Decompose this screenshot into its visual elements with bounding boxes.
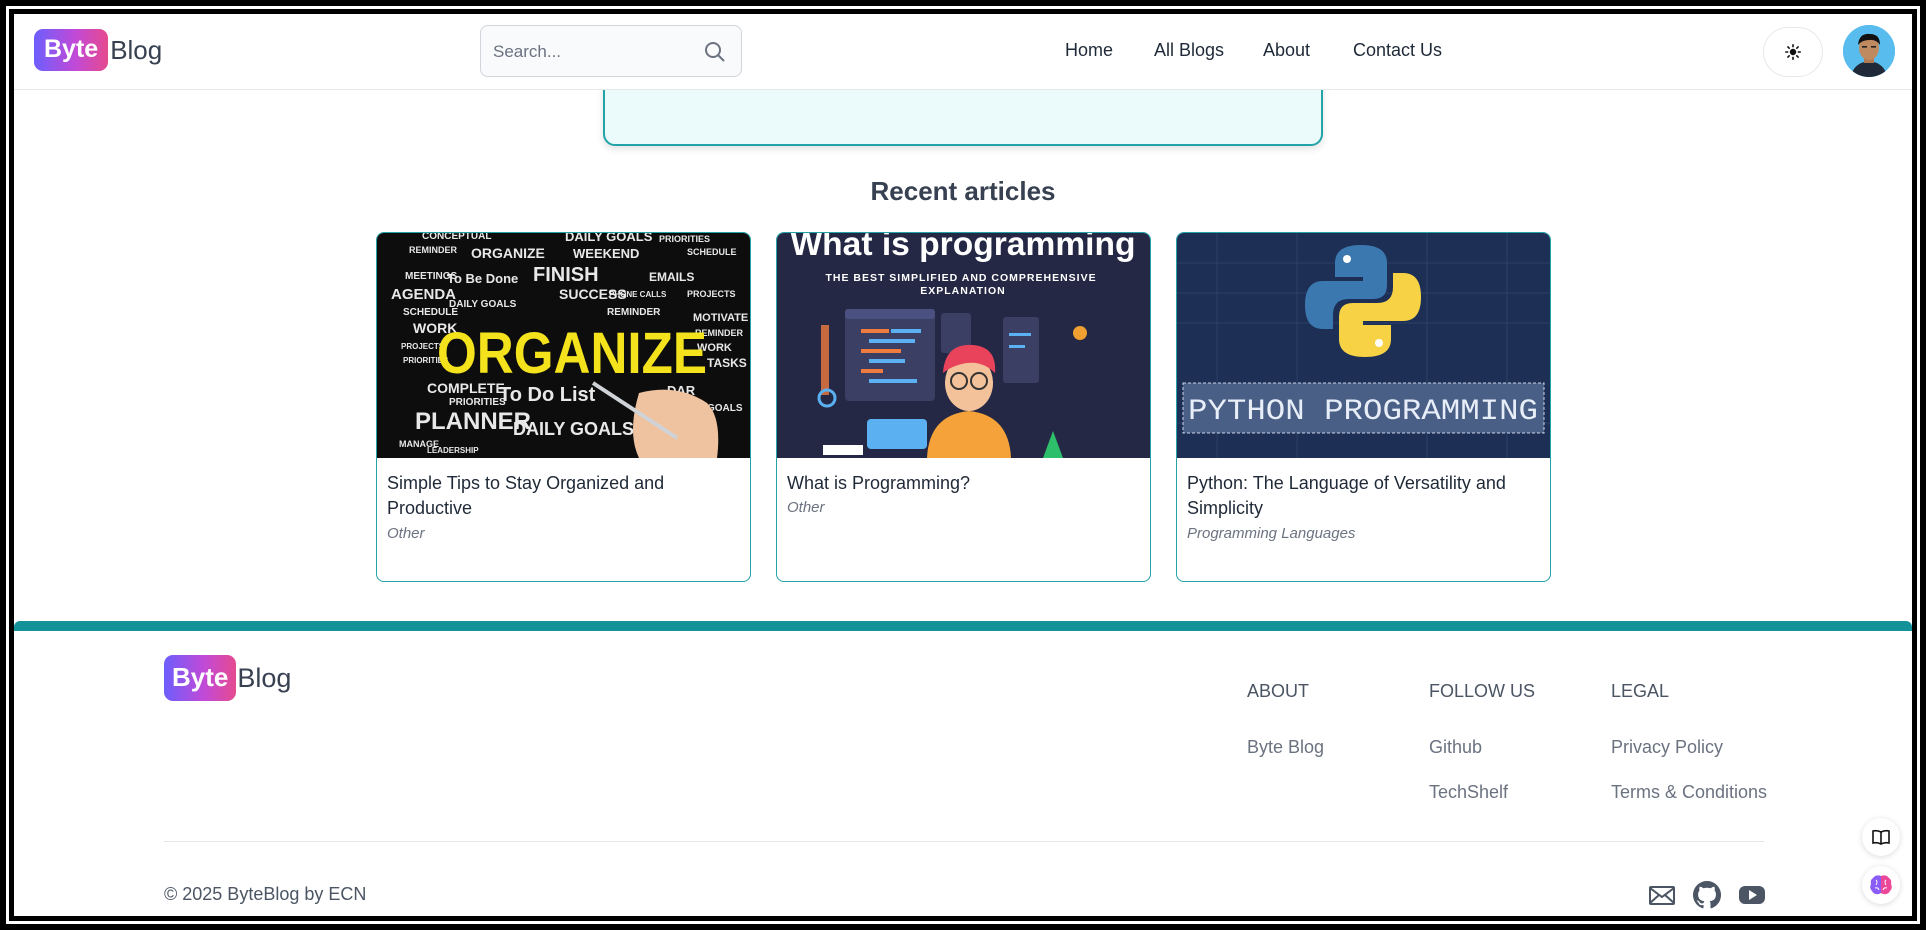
svg-text:REMINDER: REMINDER: [409, 245, 458, 255]
svg-text:PRIORITIES: PRIORITIES: [449, 397, 506, 408]
footer-link-byte-blog[interactable]: Byte Blog: [1247, 737, 1324, 758]
thumb-headline: What is programming: [791, 233, 1136, 262]
avatar-icon: [1843, 25, 1895, 77]
page-viewport: Byte Blog Home All Blogs About Contact U…: [14, 14, 1912, 916]
nav-about[interactable]: About: [1263, 40, 1310, 61]
footer-link-privacy-policy[interactable]: Privacy Policy: [1611, 737, 1723, 758]
svg-text:DAILY GOALS: DAILY GOALS: [449, 299, 517, 310]
nav-contact-us[interactable]: Contact Us: [1353, 40, 1442, 61]
svg-text:ORGANIZE: ORGANIZE: [437, 321, 707, 386]
user-avatar[interactable]: [1843, 25, 1895, 77]
footer-heading-legal: LEGAL: [1611, 681, 1670, 701]
svg-text:REMINDER: REMINDER: [607, 307, 661, 318]
svg-text:LEADERSHIP: LEADERSHIP: [427, 446, 479, 455]
footer-link-github[interactable]: Github: [1429, 737, 1482, 758]
youtube-icon[interactable]: [1738, 881, 1766, 909]
footer-link-techshelf[interactable]: TechShelf: [1429, 782, 1508, 803]
svg-text:DAILY GOALS: DAILY GOALS: [565, 233, 653, 244]
logo-blog: Blog: [237, 662, 292, 693]
copyright-text: © 2025 ByteBlog by ECN: [164, 884, 367, 904]
svg-text:ORGANIZE: ORGANIZE: [471, 245, 545, 261]
article-title[interactable]: What is Programming?: [787, 471, 1137, 496]
footer-link-terms-conditions[interactable]: Terms & Conditions: [1611, 782, 1767, 803]
book-icon: [1872, 829, 1890, 845]
github-icon[interactable]: [1693, 881, 1721, 909]
svg-text:FINISH: FINISH: [533, 264, 599, 286]
svg-text:TASKS: TASKS: [707, 356, 747, 370]
footer-logo[interactable]: Byte Blog: [164, 655, 291, 701]
footer-heading-follow-us: FOLLOW US: [1429, 681, 1536, 701]
article-title[interactable]: Python: The Language of Versatility and …: [1187, 471, 1537, 521]
article-card[interactable]: CONCEPTUAL DAILY GOALS PRIORITIES REMIND…: [376, 232, 751, 582]
svg-text:AGENDA: AGENDA: [391, 286, 456, 303]
brain-icon-button[interactable]: [1862, 866, 1900, 904]
svg-text:PRIORITIES: PRIORITIES: [659, 234, 710, 244]
what-is-programming-illustration: What is programming THE BEST SIMPLIFIED …: [777, 233, 1150, 458]
theme-toggle-button[interactable]: [1763, 27, 1823, 77]
logo-byte: Byte: [164, 655, 237, 701]
main-nav: Home All Blogs About Contact Us: [14, 40, 1912, 64]
nav-home[interactable]: Home: [1065, 40, 1113, 61]
recent-articles-heading: Recent articles: [870, 176, 1056, 206]
sun-icon: [1785, 44, 1801, 60]
svg-text:PROJECTS: PROJECTS: [687, 289, 736, 299]
book-icon-button[interactable]: [1862, 818, 1900, 856]
nav-all-blogs[interactable]: All Blogs: [1154, 40, 1224, 61]
footer: Byte Blog ABOUT Byte Blog FOLLOW US Gith…: [14, 621, 1912, 916]
svg-text:CONCEPTUAL: CONCEPTUAL: [422, 233, 491, 242]
mail-icon[interactable]: [1648, 881, 1676, 909]
article-card[interactable]: What is programming THE BEST SIMPLIFIED …: [776, 232, 1151, 582]
thumb-banner: PYTHON PROGRAMMING: [1188, 395, 1538, 429]
svg-text:EMAILS: EMAILS: [649, 270, 694, 284]
svg-text:PHONE CALLS: PHONE CALLS: [609, 290, 667, 299]
svg-text:WEEKEND: WEEKEND: [573, 246, 639, 261]
article-title[interactable]: Simple Tips to Stay Organized and Produc…: [387, 471, 737, 521]
svg-text:To Do List: To Do List: [499, 384, 596, 406]
article-category: Other: [787, 499, 825, 516]
article-card[interactable]: PYTHON PROGRAMMING Python: The Language …: [1176, 232, 1551, 582]
svg-text:To Be Done: To Be Done: [447, 271, 518, 286]
navbar: Byte Blog Home All Blogs About Contact U…: [14, 14, 1912, 90]
article-category: Programming Languages: [1187, 525, 1356, 542]
python-logo-image: PYTHON PROGRAMMING: [1177, 233, 1550, 458]
article-category: Other: [387, 525, 425, 542]
svg-text:DAILY GOALS: DAILY GOALS: [513, 419, 634, 439]
brain-icon: [1870, 875, 1892, 895]
footer-heading-about: ABOUT: [1247, 681, 1310, 701]
footer-divider: [164, 841, 1764, 842]
svg-text:SCHEDULE: SCHEDULE: [687, 247, 737, 257]
organize-word-cloud-image: CONCEPTUAL DAILY GOALS PRIORITIES REMIND…: [377, 233, 750, 458]
